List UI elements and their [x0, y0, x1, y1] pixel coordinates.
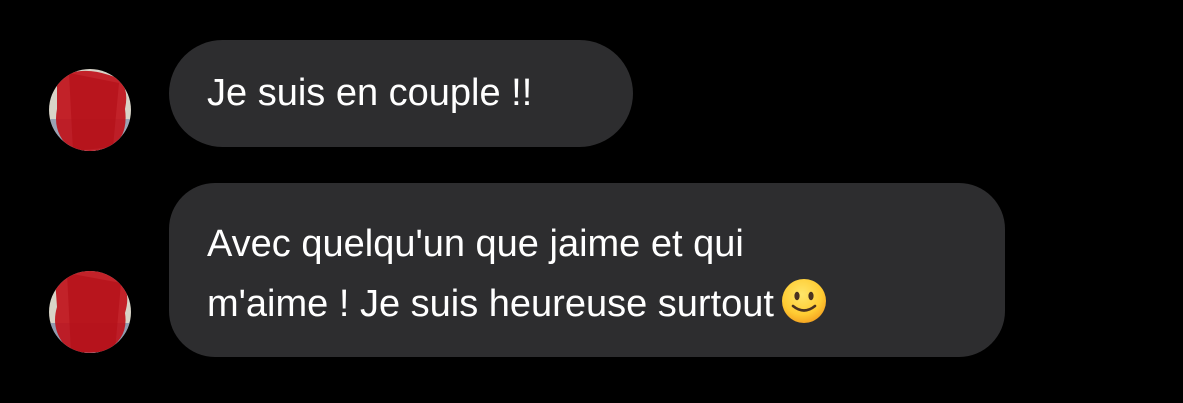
- message-text-line-2-text: m'aime ! Je suis heureuse surtout: [207, 283, 774, 325]
- message-bubble[interactable]: Avec quelqu'un que jaime et qui m'aime !…: [169, 183, 1005, 357]
- message-text-line-2: m'aime ! Je suis heureuse surtout: [207, 274, 967, 334]
- message-text-line-1: Avec quelqu'un que jaime et qui: [207, 223, 744, 265]
- message-text: Je suis en couple !!: [207, 72, 533, 114]
- sender-avatar[interactable]: [49, 271, 131, 353]
- message-bubble[interactable]: Je suis en couple !!: [169, 40, 633, 147]
- chat-screen: Je suis en couple !! Avec quelqu'un que …: [0, 0, 1183, 403]
- redacted-avatar-icon: [49, 69, 131, 151]
- sender-avatar[interactable]: [49, 69, 131, 151]
- slightly-smiling-face-icon: [780, 277, 828, 325]
- redacted-avatar-icon: [49, 271, 131, 353]
